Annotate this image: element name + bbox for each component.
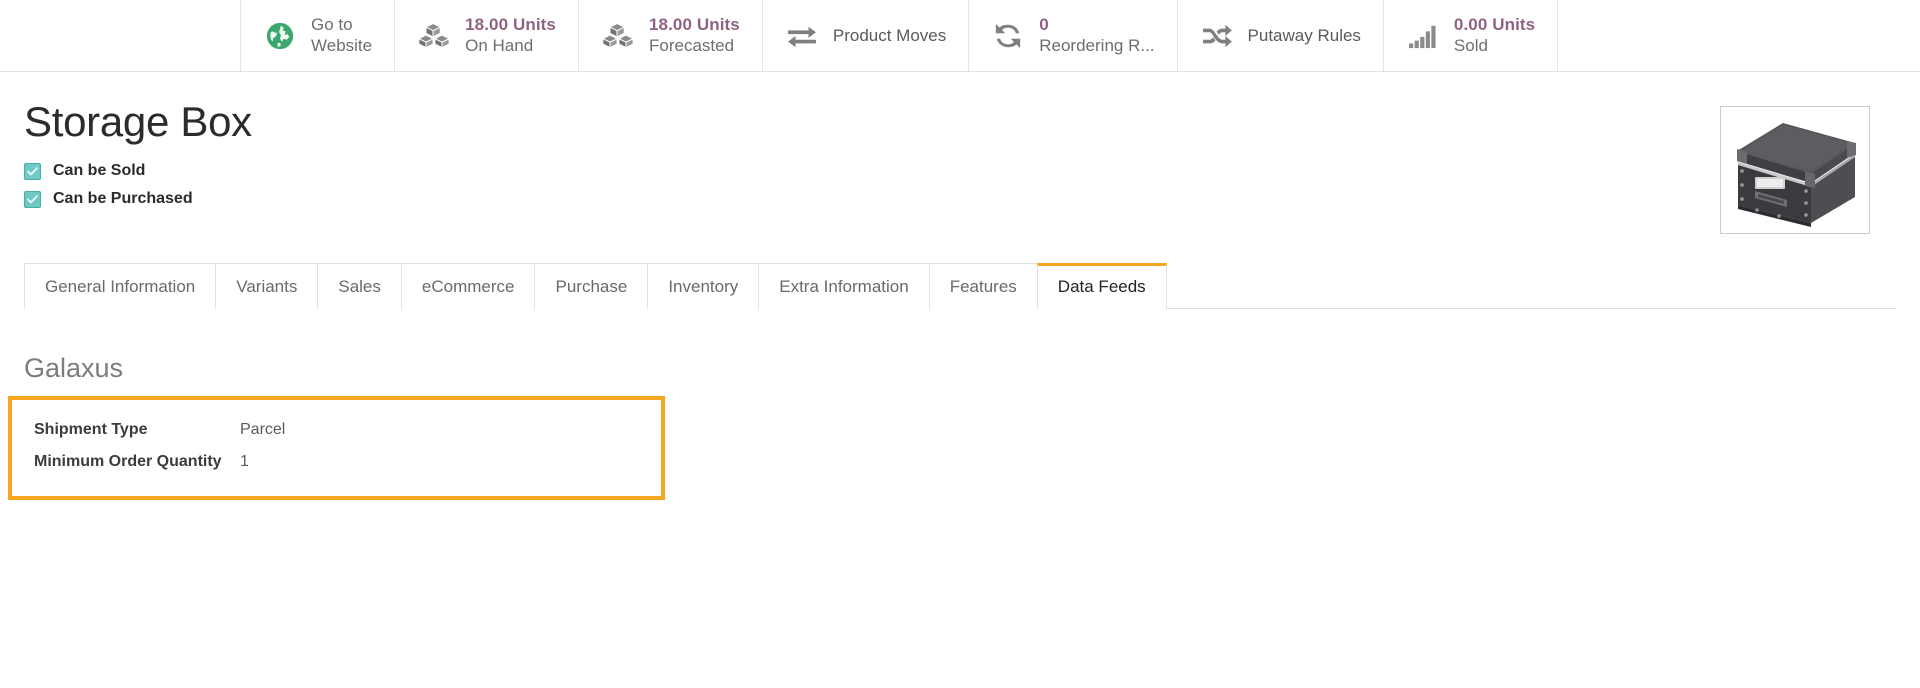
stat-button-forecasted-text: 18.00 Units Forecasted bbox=[649, 15, 740, 55]
tab-general-information[interactable]: General Information bbox=[24, 263, 217, 309]
shipment-type-value[interactable]: Parcel bbox=[240, 419, 285, 441]
checkbox-row-can-be-purchased: Can be Purchased bbox=[24, 190, 1720, 208]
tab-features[interactable]: Features bbox=[928, 263, 1038, 309]
checkbox-row-can-be-sold: Can be Sold bbox=[24, 162, 1720, 180]
go-to-website-line1: Go to bbox=[311, 15, 353, 35]
reordering-rules-label: Reordering R... bbox=[1039, 35, 1155, 55]
forecasted-value: 18.00 Units bbox=[648, 15, 740, 35]
group-title-galaxus: Galaxus bbox=[24, 353, 124, 383]
sold-value: 0.00 Units bbox=[1453, 15, 1536, 35]
field-row-shipment-type: Shipment Type Parcel bbox=[12, 414, 661, 446]
stat-button-forecasted[interactable]: 18.00 Units Forecasted bbox=[578, 0, 763, 71]
tab-ecommerce[interactable]: eCommerce bbox=[400, 263, 536, 309]
page-title: Storage Box bbox=[24, 98, 252, 145]
stat-button-go-to-website[interactable]: Go to Website bbox=[241, 0, 396, 71]
shipment-type-label: Shipment Type bbox=[34, 421, 148, 438]
stat-button-product-moves[interactable]: Product Moves bbox=[762, 0, 970, 71]
tab-data-feeds[interactable]: Data Feeds bbox=[1036, 263, 1167, 309]
cubes-icon bbox=[417, 19, 451, 53]
can-be-purchased-checkbox[interactable] bbox=[24, 190, 41, 208]
putaway-rules-label: Putaway Rules bbox=[1247, 25, 1361, 45]
can-be-sold-checkbox[interactable] bbox=[24, 162, 41, 180]
stat-button-on-hand-text: 18.00 Units On Hand bbox=[465, 15, 556, 55]
tab-extra-information[interactable]: Extra Information bbox=[758, 263, 930, 309]
field-row-minimum-order-quantity: Minimum Order Quantity 1 bbox=[12, 446, 661, 478]
forecasted-label: Forecasted bbox=[648, 35, 735, 55]
data-feeds-field-group: Shipment Type Parcel Minimum Order Quant… bbox=[8, 396, 665, 501]
can-be-sold-label: Can be Sold bbox=[53, 162, 146, 180]
shuffle-icon bbox=[1200, 19, 1234, 53]
globe-icon bbox=[263, 19, 297, 53]
check-icon bbox=[27, 167, 38, 176]
product-header: Storage Box Can be Sold Can be Purchased bbox=[24, 72, 1896, 234]
product-flags: Can be Sold Can be Purchased bbox=[24, 162, 1720, 208]
product-header-left: Storage Box Can be Sold Can be Purchased bbox=[24, 98, 1720, 218]
sold-label: Sold bbox=[1453, 35, 1488, 55]
minimum-order-quantity-label: Minimum Order Quantity bbox=[34, 453, 222, 471]
stat-button-go-to-website-text: Go to Website bbox=[311, 15, 372, 55]
minimum-order-quantity-value[interactable]: 1 bbox=[240, 451, 249, 473]
stat-button-reordering-rules[interactable]: 0 Reordering R... bbox=[969, 0, 1178, 71]
go-to-website-line2: Website bbox=[311, 35, 373, 55]
stat-button-bar: Go to Website 18.00 Units On Hand 18.00 … bbox=[0, 0, 1920, 72]
cubes-icon bbox=[601, 19, 635, 53]
on-hand-value: 18.00 Units bbox=[465, 15, 556, 35]
stat-button-on-hand[interactable]: 18.00 Units On Hand bbox=[395, 0, 579, 71]
refresh-icon bbox=[991, 19, 1025, 53]
can-be-purchased-label: Can be Purchased bbox=[53, 190, 193, 208]
tab-sales[interactable]: Sales bbox=[317, 263, 402, 309]
tab-purchase[interactable]: Purchase bbox=[534, 263, 649, 309]
stat-button-sold-text: 0.00 Units Sold bbox=[1454, 15, 1535, 55]
check-icon bbox=[27, 195, 38, 204]
exchange-icon bbox=[785, 19, 819, 53]
stat-button-reordering-rules-text: 0 Reordering R... bbox=[1039, 15, 1154, 55]
data-feeds-pane: Galaxus Shipment Type Parcel Minimum Ord… bbox=[8, 309, 1896, 501]
statbar-left-spacer bbox=[0, 0, 241, 71]
reordering-rules-value: 0 bbox=[1039, 15, 1049, 35]
product-image[interactable] bbox=[1720, 106, 1870, 234]
stat-button-sold[interactable]: 0.00 Units Sold bbox=[1383, 0, 1559, 71]
bar-chart-icon bbox=[1406, 19, 1440, 53]
tab-inventory[interactable]: Inventory bbox=[647, 263, 760, 309]
stat-button-putaway-rules[interactable]: Putaway Rules bbox=[1177, 0, 1384, 71]
tab-variants[interactable]: Variants bbox=[215, 263, 319, 309]
product-moves-label: Product Moves bbox=[832, 25, 947, 45]
storage-box-photo bbox=[1725, 111, 1865, 229]
notebook-tabs: General Information Variants Sales eComm… bbox=[24, 262, 1896, 309]
on-hand-label: On Hand bbox=[465, 35, 534, 55]
product-form-sheet: Storage Box Can be Sold Can be Purchased… bbox=[0, 72, 1920, 501]
